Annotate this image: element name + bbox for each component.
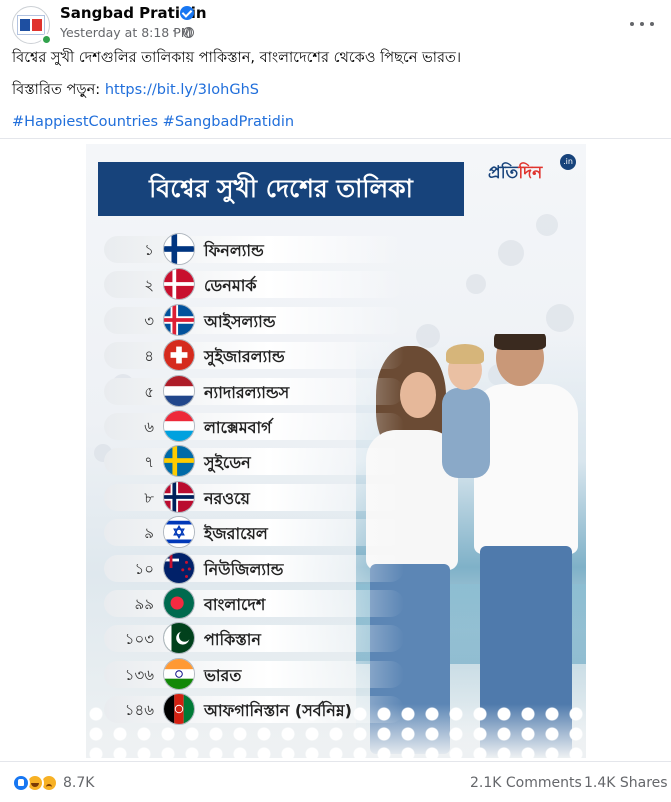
norway-flag-icon (163, 480, 195, 513)
ranking-row: ৬ লাক্সেমবার্গ (104, 409, 414, 444)
smiley-emoji-icon (536, 214, 558, 236)
ranking-list: ১ ফিনল্যান্ড ২ ডেনমার্ক ৩ আইসল্যান্ড ৪ সুইজারল্… (104, 232, 414, 727)
bangladesh-flag-icon (163, 586, 195, 619)
child-figure (442, 388, 490, 478)
shares-count[interactable]: 1.4K Shares (584, 775, 668, 791)
post-headline: বিশ্বের সুখী দেশগুলির তালিকায় পাকিস্তান… (12, 50, 462, 66)
country-name: ডেনমার্ক (204, 276, 257, 296)
brand-part1: প্রতি (488, 163, 519, 183)
netherlands-flag-icon (163, 374, 195, 407)
country-name: ফিনল্যান্ড (204, 241, 264, 260)
read-more-line: বিস্তারিত পড়ুন: https://bit.ly/3IohGhS (12, 80, 662, 112)
ranking-row: ১৩৬ ভারত (104, 657, 414, 692)
more-options-icon[interactable] (630, 14, 654, 34)
rank-number: ১০৩ (124, 630, 154, 649)
post-header: Sangbad Pratidin Yesterday at 8:18 PM · (0, 0, 671, 45)
ranking-row: ৪ সুইজারল্যান্ড (104, 338, 414, 373)
country-name: নিউজিল্যান্ড (204, 559, 284, 579)
luxembourg-flag-icon (163, 409, 195, 442)
country-name: পাকিস্তান (204, 630, 261, 650)
ranking-row: ৯৯ বাংলাদেশ (104, 586, 414, 621)
rank-number: ৯৯ (134, 594, 154, 613)
brand-part2: দিন (518, 163, 543, 183)
iceland-flag-icon (163, 303, 195, 336)
read-more-label: বিস্তারিত পড়ুন: (12, 82, 101, 98)
brand-wordmark: প্রতিদিন (488, 160, 542, 188)
ranking-row: ১৪৬ আফগানিস্তান (সর্বনিম্ন) (104, 692, 414, 727)
country-name: লাক্সেমবার্গ (204, 417, 272, 437)
pratidin-brand-logo: প্রতিদিন .in (488, 154, 578, 192)
online-status-icon (41, 34, 52, 45)
country-name: ন্যাদারল্যান্ডস (204, 382, 290, 402)
reaction-count[interactable]: 8.7K (63, 775, 94, 791)
new-zealand-flag-icon (163, 551, 195, 584)
ranking-row: ১ ফিনল্যান্ড (104, 232, 414, 267)
switzerland-flag-icon (163, 339, 195, 372)
country-name: সুইজারল্যান্ড (204, 347, 285, 367)
ranking-row: ১০৩ পাকিস্তান (104, 621, 414, 656)
rank-number: ৯ (144, 524, 154, 543)
finland-flag-icon (163, 233, 195, 265)
rank-number: ১৩৬ (124, 665, 154, 684)
timestamp-separator: · (172, 24, 176, 38)
man-hair (494, 334, 546, 350)
public-globe-icon[interactable] (183, 27, 194, 38)
rank-number: ৬ (144, 417, 154, 436)
smiley-emoji-icon (466, 274, 486, 294)
rank-number: ৩ (144, 311, 154, 330)
ranking-row: ৮ নরওয়ে (104, 480, 414, 515)
israel-flag-icon (163, 516, 195, 549)
ranking-row: ৭ সুইডেন (104, 444, 414, 479)
rank-number: ৭ (144, 453, 154, 472)
country-name: সুইডেন (204, 453, 251, 473)
article-link[interactable]: https://bit.ly/3IohGhS (105, 82, 259, 98)
country-name: আইসল্যান্ড (204, 311, 276, 331)
ranking-row: ১০ নিউজিল্যান্ড (104, 551, 414, 586)
ranking-row: ৯ ইজরায়েল (104, 515, 414, 550)
rank-number: ২ (144, 276, 154, 295)
post-body: বিশ্বের সুখী দেশগুলির তালিকায় পাকিস্তান… (12, 48, 662, 144)
country-name: ভারত (204, 665, 242, 685)
rank-number: ৫ (144, 382, 154, 401)
india-flag-icon (163, 657, 195, 690)
smiley-emoji-icon (546, 304, 574, 332)
sangbad-pratidin-logo-icon (17, 15, 45, 35)
country-name: নরওয়ে (204, 488, 250, 508)
ranking-row: ৫ ন্যাদারল্যান্ডস (104, 374, 414, 409)
rank-number: ৮ (144, 488, 154, 507)
verified-badge-icon (180, 6, 194, 20)
rank-number: ৪ (144, 347, 154, 366)
comments-count[interactable]: 2.1K Comments (470, 775, 582, 791)
country-name: ইজরায়েল (204, 524, 268, 544)
country-name: আফগানিস্তান (সর্বনিম্ন) (204, 701, 352, 721)
child-hair (446, 344, 484, 364)
brand-suffix: .in (560, 154, 576, 170)
ranking-row: ৩ আইসল্যান্ড (104, 303, 414, 338)
like-reaction-icon[interactable] (12, 774, 30, 792)
ranking-row: ২ ডেনমার্ক (104, 267, 414, 302)
afghanistan-flag-icon (163, 693, 195, 726)
rank-number: ১০ (134, 559, 155, 578)
rank-number: ১ (144, 241, 154, 259)
smiley-emoji-icon (498, 240, 524, 266)
post-footer: 8.7K 2.1K Comments 1.4K Shares (0, 766, 671, 802)
rank-number: ১৪৬ (124, 701, 154, 720)
title-banner: বিশ্বের সুখী দেশের তালিকা (98, 162, 464, 216)
country-name: বাংলাদেশ (204, 594, 266, 614)
graphic-title: বিশ্বের সুখী দেশের তালিকা (149, 174, 413, 203)
post-image-container[interactable]: বিশ্বের সুখী দেশের তালিকা প্রতিদিন .in ১… (0, 138, 671, 762)
happiest-countries-graphic: বিশ্বের সুখী দেশের তালিকা প্রতিদিন .in ১… (86, 144, 586, 758)
